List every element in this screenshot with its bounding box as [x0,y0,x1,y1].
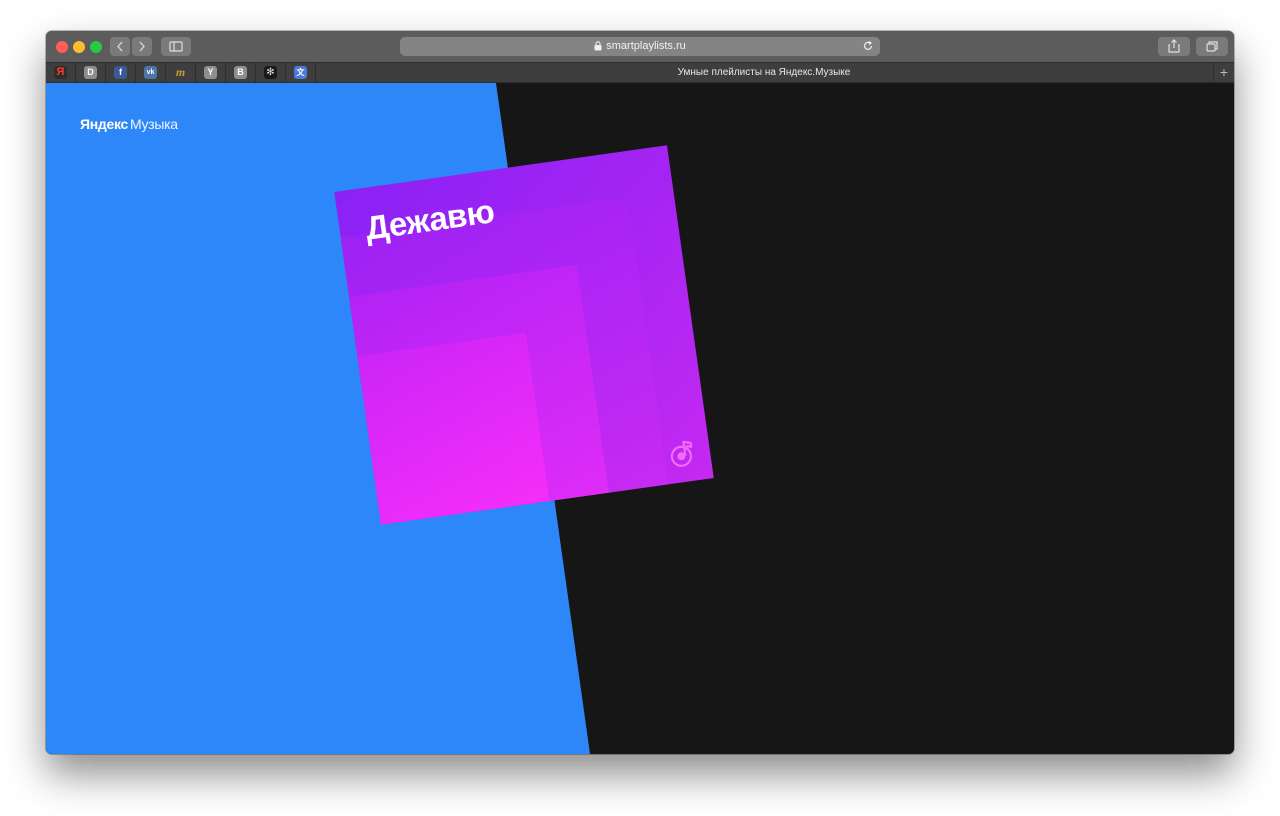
lock-icon [594,41,602,51]
forward-button[interactable] [132,37,152,56]
favorite-facebook[interactable]: f [106,63,136,82]
share-icon [1168,39,1180,53]
d-icon: D [84,66,97,79]
favorite-translate[interactable]: 文 [286,63,316,82]
m-icon: m [175,65,186,79]
reload-icon[interactable] [862,40,874,52]
favorite-yandex[interactable]: Я [46,63,76,82]
page-viewport: Яндекс Музыка Дежавю [46,83,1234,754]
chevron-left-icon [117,41,123,52]
cover-square-small [357,332,550,525]
sidebar-icon [169,41,183,52]
favorite-vk[interactable]: vk [136,63,166,82]
tabs-icon [1206,41,1218,52]
address-bar[interactable]: smartplaylists.ru [400,37,880,56]
active-tab-title[interactable]: Умные плейлисты на Яндекс.Музыке [314,63,1214,82]
vk-icon: vk [144,66,157,79]
yandex-icon: Я [54,66,67,79]
yandex-music-logo[interactable]: Яндекс Музыка [80,116,178,132]
browser-window: smartplaylists.ru Я D f vk m Y B ✻ 文 Умн… [46,31,1234,754]
url-text: smartplaylists.ru [606,40,686,52]
zoom-window-button[interactable] [90,41,102,53]
translate-icon: 文 [294,66,307,79]
y-icon: Y [204,66,217,79]
favorite-m[interactable]: m [166,63,196,82]
close-window-button[interactable] [56,41,68,53]
tabs-overview-button[interactable] [1196,37,1228,56]
favorite-y[interactable]: Y [196,63,226,82]
favorites-bar: Я D f vk m Y B ✻ 文 Умные плейлисты на Ян… [46,62,1234,83]
pattern-icon: ✻ [264,66,277,79]
new-tab-button[interactable]: + [1213,63,1234,82]
b-icon: B [234,66,247,79]
favorite-d[interactable]: D [76,63,106,82]
sidebar-toggle-button[interactable] [161,37,191,56]
favorite-pattern[interactable]: ✻ [256,63,286,82]
music-note-icon [670,440,693,467]
playlist-cover-dejavu[interactable]: Дежавю [334,145,714,525]
back-button[interactable] [110,37,130,56]
favorite-b[interactable]: B [226,63,256,82]
facebook-icon: f [114,66,127,79]
minimize-window-button[interactable] [73,41,85,53]
logo-yandex-text: Яндекс [80,116,128,132]
share-button[interactable] [1158,37,1190,56]
browser-toolbar: smartplaylists.ru [46,31,1234,62]
chevron-right-icon [139,41,145,52]
logo-music-text: Музыка [130,116,178,132]
